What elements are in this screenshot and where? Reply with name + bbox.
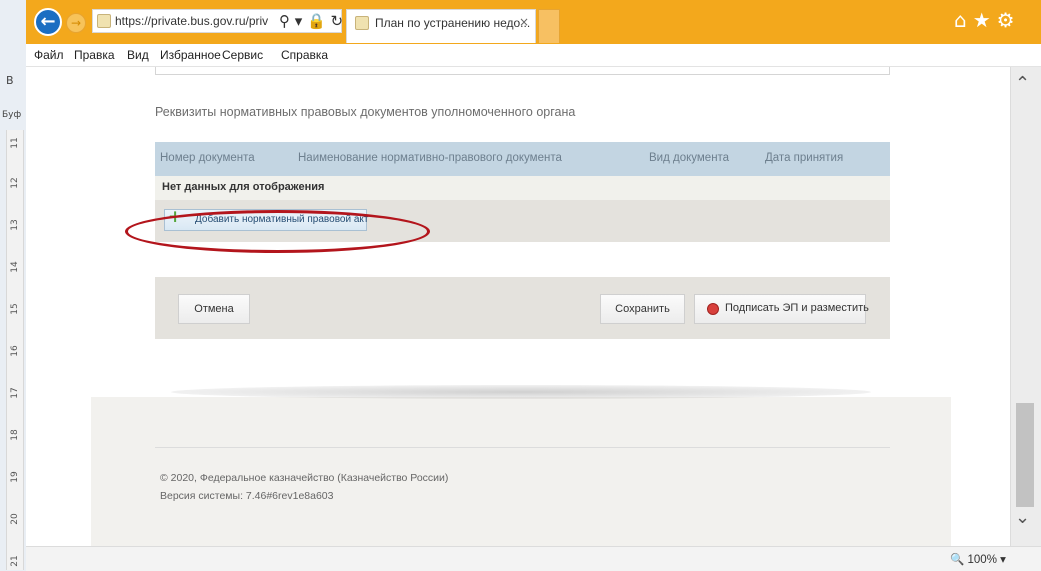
page-viewport: Реквизиты нормативных правовых документо… (26, 67, 1010, 546)
ruler-number: 14 (10, 261, 20, 273)
previous-field-box (155, 67, 890, 75)
side-letter-b: В (6, 74, 14, 87)
footer-copyright: © 2020, Федеральное казначейство (Казнач… (160, 472, 449, 484)
home-favorites-settings-icons[interactable]: ⌂★⚙ (954, 8, 1021, 32)
table-empty-row: Нет данных для отображения (155, 176, 890, 200)
footer-divider (155, 447, 890, 448)
column-header-number[interactable]: Номер документа (160, 152, 255, 164)
sign-and-publish-label: Подписать ЭП и разместить (725, 302, 869, 314)
menu-view[interactable]: Вид (127, 48, 149, 62)
sign-and-publish-button[interactable]: Подписать ЭП и разместить (694, 294, 869, 324)
tab-favicon-icon (355, 16, 369, 30)
ruler-number: 12 (10, 177, 20, 189)
menu-favorites[interactable]: Избранное (160, 48, 221, 62)
site-favicon-icon (97, 14, 111, 28)
save-button[interactable]: Сохранить (600, 294, 685, 324)
forward-button[interactable]: → (66, 13, 86, 33)
address-url[interactable]: https://private.bus.gov.ru/priv (115, 14, 275, 28)
scroll-up-icon[interactable]: ⌃ (1015, 73, 1030, 94)
tab-title: План по устранению недо... (375, 16, 531, 30)
ruler-number: 17 (10, 387, 20, 399)
browser-tab[interactable]: План по устранению недо... × (346, 9, 536, 43)
column-header-date[interactable]: Дата принятия (765, 152, 843, 164)
ruler-number: 21 (10, 555, 20, 567)
scroll-down-icon[interactable]: ⌄ (1015, 507, 1030, 528)
menu-help[interactable]: Справка (281, 48, 328, 62)
tab-close-icon[interactable]: × (519, 15, 529, 29)
scroll-thumb[interactable] (1016, 403, 1034, 507)
column-header-name[interactable]: Наименование нормативно-правового докуме… (298, 152, 562, 164)
section-title: Реквизиты нормативных правовых документо… (155, 105, 576, 119)
form-actions-bar: Отмена Сохранить Подписать ЭП и размести… (155, 277, 890, 339)
back-button[interactable]: ← (34, 8, 62, 36)
side-letter-buf: Буф (2, 110, 22, 120)
menu-tools[interactable]: Сервис (222, 48, 263, 62)
vertical-scrollbar[interactable]: ⌃ ⌄ (1010, 67, 1041, 546)
content-shadow (171, 385, 871, 399)
table-header: Номер документа Наименование нормативно-… (155, 142, 890, 176)
ruler-number: 20 (10, 513, 20, 525)
menu-file[interactable]: Файл (34, 48, 64, 62)
column-header-type[interactable]: Вид документа (649, 152, 729, 164)
ruler-number: 18 (10, 429, 20, 441)
zoom-level[interactable]: 🔍 100% ▾ (950, 552, 1006, 566)
ruler-number: 11 (10, 137, 20, 149)
address-actions-icon[interactable]: ⚲ ▾ 🔒 ↻ (279, 12, 343, 30)
ruler-number: 13 (10, 219, 20, 231)
menu-edit[interactable]: Правка (74, 48, 115, 62)
ruler-number: 16 (10, 345, 20, 357)
new-tab-button[interactable] (538, 9, 560, 43)
highlight-annotation (125, 210, 430, 253)
menu-bar: Файл Правка Вид Избранное Сервис Справка (26, 44, 1041, 67)
address-bar[interactable]: https://private.bus.gov.ru/priv ⚲ ▾ 🔒 ↻ (92, 9, 343, 33)
signature-seal-icon (707, 303, 719, 315)
ruler-number: 15 (10, 303, 20, 315)
vertical-ruler: 11 12 13 14 15 16 17 18 19 20 21 (6, 130, 24, 570)
cancel-button[interactable]: Отмена (178, 294, 250, 324)
status-bar: 🔍 100% ▾ (26, 546, 1041, 571)
empty-message: Нет данных для отображения (162, 181, 325, 193)
ruler-number: 19 (10, 471, 20, 483)
footer-version: Версия системы: 7.46#6rev1e8a603 (160, 490, 334, 502)
